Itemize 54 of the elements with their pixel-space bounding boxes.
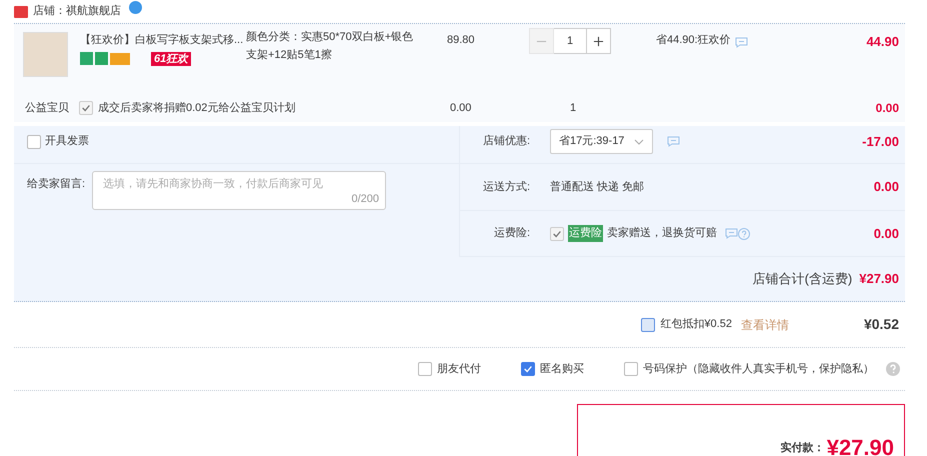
character-counter: 0/200: [351, 192, 379, 206]
plus-button[interactable]: [586, 28, 611, 54]
checkbox[interactable]: [641, 318, 656, 332]
checkbox[interactable]: [624, 362, 638, 376]
checkbox[interactable]: [79, 101, 93, 115]
charity-label: 公益宝贝: [25, 100, 70, 116]
checkbox[interactable]: [418, 362, 432, 376]
insurance-text: 卖家赠送，退换货可赔: [607, 226, 717, 242]
row-amount: 0.00: [874, 224, 900, 243]
comment-icon: [734, 37, 748, 48]
store-name[interactable]: 店铺：祺航旗舰店: [33, 3, 121, 20]
charity-subtotal: 0.00: [876, 100, 900, 117]
coupon-dropdown[interactable]: 省17元:39-17: [550, 129, 654, 154]
shipping-method: 普通配送 快递 免邮: [550, 180, 644, 195]
item-subtotal: 44.90: [866, 33, 900, 51]
charity-text: 成交后卖家将捐赠0.02元给公益宝贝计划: [98, 100, 296, 116]
payment-label: 实付款：: [780, 440, 825, 456]
checkmark-icon: [81, 103, 91, 113]
unit-price: 89.80: [447, 33, 476, 48]
charity-price: 0.00: [450, 100, 472, 116]
product-spec: 颜色分类：实惠50*70双白板+银色支架+12贴5笔1擦: [246, 30, 414, 63]
promo-tag: 61狂欢: [151, 52, 192, 66]
store-total-amount: ¥27.90: [859, 270, 899, 288]
help-icon: [886, 362, 900, 376]
checkmark-icon: [552, 228, 562, 238]
option-label[interactable]: 匿名购买: [540, 360, 584, 378]
charity-quantity: 1: [570, 100, 576, 116]
invoice-label: 开具发票: [45, 134, 89, 150]
quantity-field[interactable]: 1: [554, 28, 586, 54]
store-total-label: 店铺合计(含运费): [752, 270, 852, 288]
row-label: 运送方式:: [482, 180, 530, 195]
row-amount: -17.00: [862, 132, 900, 151]
option-label[interactable]: 号码保护（隐藏收件人真实手机号，保护隐私）: [643, 360, 874, 378]
row-label: 运费险:: [492, 226, 530, 242]
payment-amount: ¥27.90: [826, 437, 894, 456]
product-title[interactable]: 【狂欢价】白板写字板支架式移...: [80, 32, 244, 48]
coupon-deduction-label: 红包抵扣¥0.52: [660, 317, 732, 332]
insurance-tag: 运费险: [568, 225, 603, 242]
caret-icon: [634, 138, 644, 144]
comment-icon: [667, 136, 680, 147]
comment-icon: [725, 228, 738, 239]
help-icon: [738, 228, 750, 240]
message-label: 给卖家留言:: [27, 176, 86, 192]
option-label[interactable]: 朋友代付: [437, 360, 481, 378]
checkbox[interactable]: [521, 362, 535, 376]
product-photo-placeholder: [23, 32, 68, 77]
checkbox[interactable]: [27, 134, 41, 148]
coupon-deduction-amount: ¥0.52: [864, 315, 899, 334]
discount-text: 省44.90:狂欢价: [656, 33, 731, 48]
checkmark-icon: [523, 364, 533, 374]
row-label: 店铺优惠:: [482, 134, 530, 150]
plus-icon: [593, 36, 604, 46]
checkbox[interactable]: [550, 226, 564, 240]
row-amount: 0.00: [874, 178, 900, 196]
